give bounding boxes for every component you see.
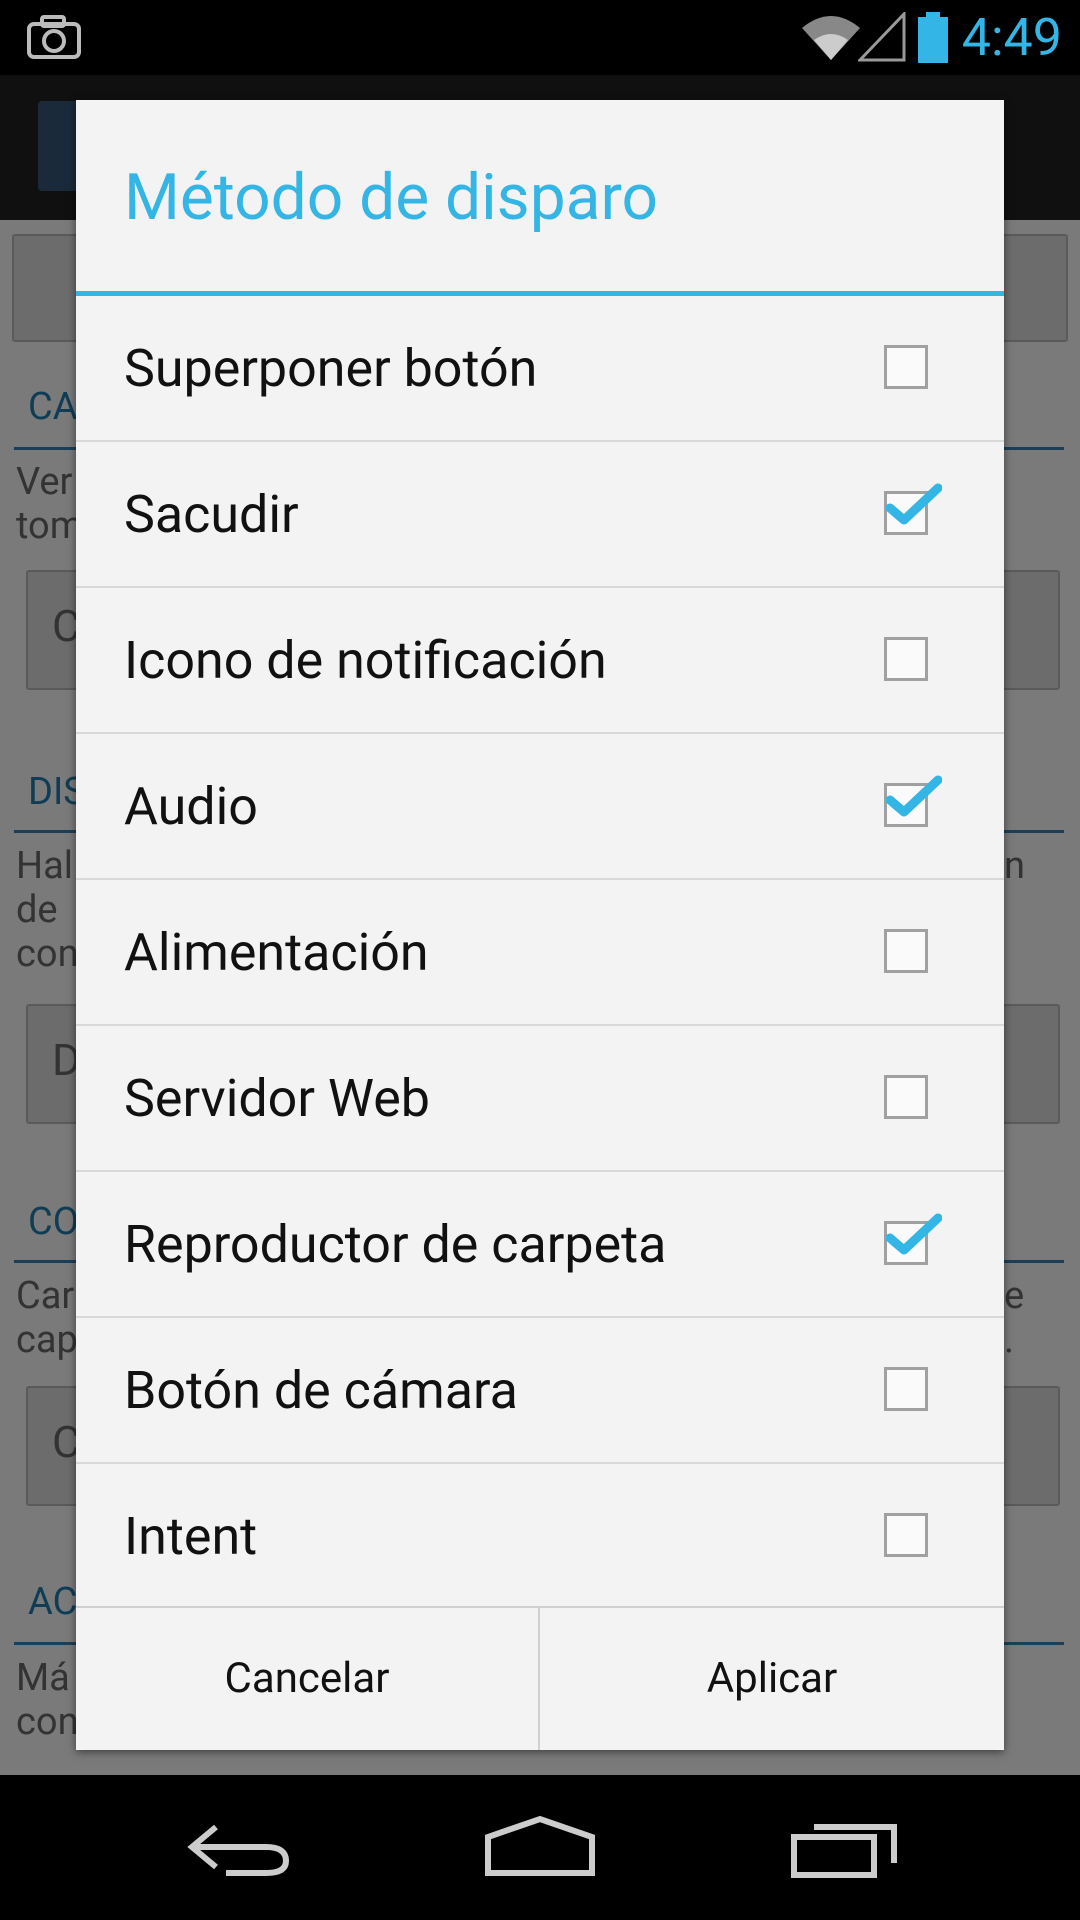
option-label: Reproductor de carpeta — [124, 1214, 667, 1275]
checkmark-icon — [886, 775, 942, 817]
background-heading: CA — [28, 385, 78, 429]
camera-icon — [27, 15, 81, 59]
battery-icon — [918, 12, 948, 63]
background-text: con — [16, 1700, 79, 1744]
background-heading: AC — [28, 1580, 78, 1624]
option-audio[interactable]: Audio — [76, 734, 1004, 880]
option-label: Superponer botón — [124, 338, 538, 399]
dialog-title: Método de disparo — [124, 160, 658, 235]
checkmark-icon — [886, 1213, 942, 1255]
option-label: Audio — [124, 776, 258, 837]
background-text: e — [1004, 1274, 1025, 1318]
background-text: n — [1004, 844, 1025, 888]
cancel-button[interactable]: Cancelar — [76, 1608, 538, 1750]
checkbox[interactable] — [884, 1367, 928, 1411]
option-sacudir[interactable]: Sacudir — [76, 442, 1004, 588]
checkmark-icon — [886, 483, 942, 525]
background-text: cap — [16, 1318, 78, 1362]
background-text: Má — [16, 1656, 70, 1700]
background-text: Hal — [16, 844, 74, 888]
checkbox[interactable] — [884, 1513, 928, 1557]
wifi-icon — [802, 16, 860, 60]
option-label: Botón de cámara — [124, 1360, 518, 1421]
recents-icon[interactable] — [790, 1815, 898, 1879]
option-alimentacion[interactable]: Alimentación — [76, 880, 1004, 1026]
option-servidor-web[interactable]: Servidor Web — [76, 1026, 1004, 1172]
background-text: con — [16, 932, 79, 976]
option-label: Alimentación — [124, 922, 429, 983]
option-reproductor-de-carpeta[interactable]: Reproductor de carpeta — [76, 1172, 1004, 1318]
apply-button[interactable]: Aplicar — [540, 1608, 1004, 1750]
background-heading: CO — [28, 1200, 79, 1244]
background-text: . — [1004, 1318, 1015, 1362]
option-label: Servidor Web — [124, 1068, 430, 1129]
checkbox[interactable] — [884, 345, 928, 389]
option-label: Intent — [124, 1506, 258, 1567]
option-superponer-boton[interactable]: Superponer botón — [76, 296, 1004, 442]
trigger-method-dialog: Método de disparo Superponer botón Sacud… — [76, 100, 1004, 1750]
status-bar: 4:49 — [0, 0, 1080, 75]
option-intent[interactable]: Intent — [76, 1464, 1004, 1606]
signal-icon — [858, 12, 906, 62]
back-icon[interactable] — [186, 1817, 292, 1877]
checkbox[interactable] — [884, 1075, 928, 1119]
option-label: Sacudir — [124, 484, 299, 545]
checkbox[interactable] — [884, 637, 928, 681]
background-text: Car — [16, 1274, 75, 1318]
background-text: tom — [16, 504, 84, 548]
clock: 4:49 — [961, 7, 1062, 68]
navigation-bar — [0, 1775, 1080, 1920]
background-text: Ver — [16, 460, 73, 504]
background-text: de — [16, 888, 58, 932]
option-label: Icono de notificación — [124, 630, 607, 691]
option-boton-de-camara[interactable]: Botón de cámara — [76, 1318, 1004, 1464]
home-icon[interactable] — [484, 1815, 596, 1877]
checkbox[interactable] — [884, 929, 928, 973]
option-icono-de-notificacion[interactable]: Icono de notificación — [76, 588, 1004, 734]
